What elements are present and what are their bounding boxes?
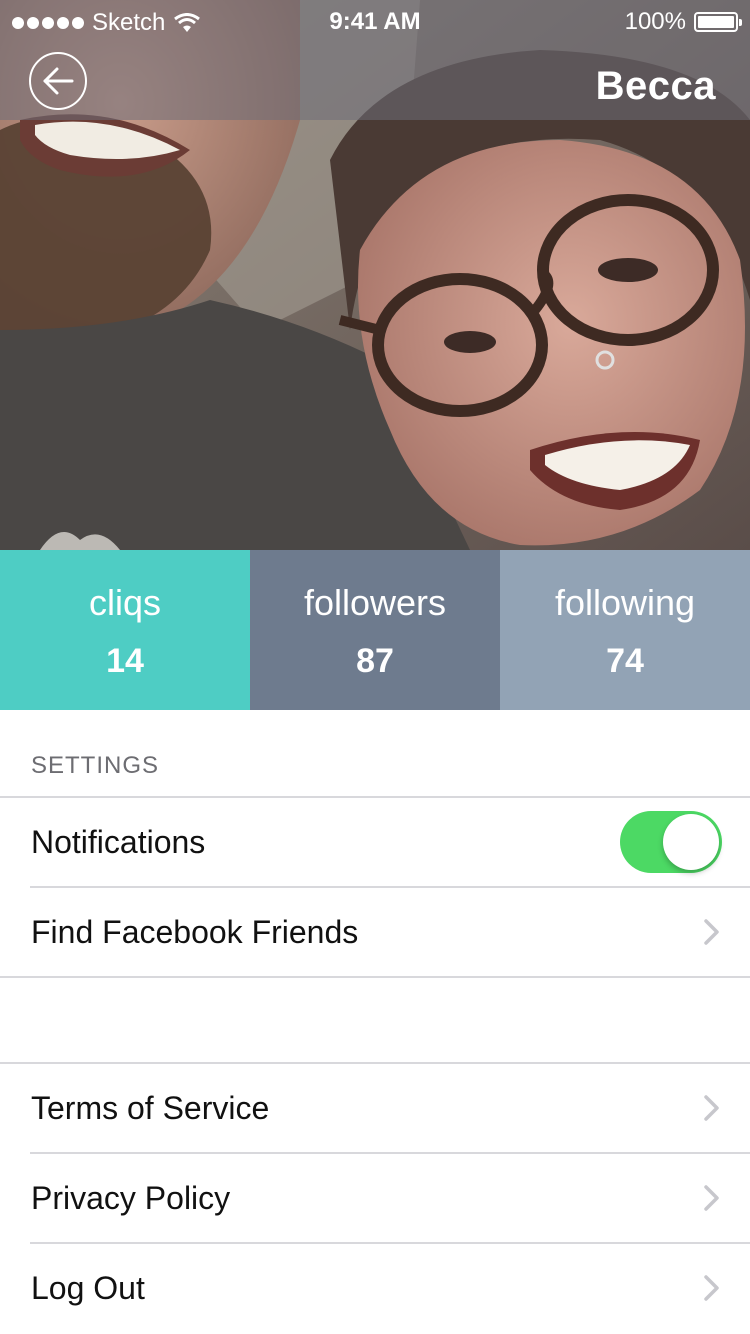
terms-of-service-row[interactable]: Terms of Service (0, 1064, 750, 1152)
privacy-policy-row[interactable]: Privacy Policy (0, 1154, 750, 1242)
battery-percentage: 100% (624, 8, 686, 35)
back-button[interactable] (29, 52, 87, 110)
profile-name: Becca (595, 64, 716, 108)
chevron-right-icon (704, 919, 719, 945)
chevron-right-icon (704, 1185, 719, 1211)
stat-following[interactable]: following 74 (500, 550, 750, 710)
stat-label: following (554, 582, 696, 623)
toggle-knob (663, 814, 719, 870)
notifications-toggle[interactable] (620, 811, 722, 873)
terms-of-service-label: Terms of Service (31, 1090, 270, 1126)
stat-value: 14 (106, 642, 144, 680)
stat-cliqs[interactable]: cliqs 14 (0, 550, 250, 710)
notifications-label: Notifications (31, 824, 206, 860)
chevron-right-icon (704, 1095, 719, 1121)
chevron-right-icon (704, 1275, 719, 1301)
privacy-policy-label: Privacy Policy (31, 1180, 231, 1216)
profile-stats: cliqs 14 followers 87 following 74 (0, 550, 750, 710)
stat-label: followers (303, 582, 447, 623)
status-bar: Sketch 9:41 AM 100% (0, 0, 750, 40)
find-facebook-friends-label: Find Facebook Friends (31, 914, 359, 950)
stat-value: 87 (356, 642, 394, 680)
divider (0, 976, 750, 978)
battery-icon (694, 12, 742, 32)
log-out-row[interactable]: Log Out (0, 1244, 750, 1332)
find-facebook-friends-row[interactable]: Find Facebook Friends (0, 888, 750, 976)
battery-status: 100% (624, 8, 742, 36)
notifications-row: Notifications (0, 798, 750, 886)
stat-label: cliqs (88, 582, 162, 623)
profile-cover-photo: Sketch 9:41 AM 100% Becca (0, 0, 750, 550)
stat-value: 74 (606, 642, 644, 680)
back-arrow-icon (43, 67, 74, 95)
stat-followers[interactable]: followers 87 (250, 550, 500, 710)
log-out-label: Log Out (31, 1270, 145, 1306)
settings-section-title: SETTINGS (31, 752, 160, 779)
